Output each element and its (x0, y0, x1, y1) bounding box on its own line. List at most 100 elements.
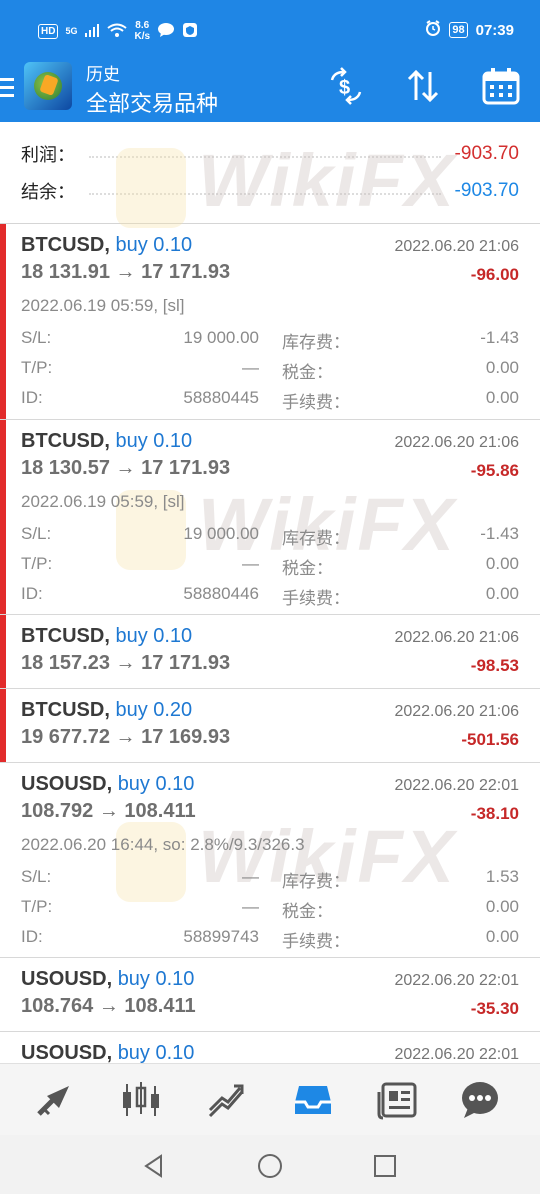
trade-price: 108.764 → 108.411 (21, 995, 196, 1017)
tax-value: 0.00 (485, 358, 519, 377)
trade-row[interactable]: BTCUSD, buy 0.10 2022.06.20 21:06 18 131… (0, 224, 540, 420)
trade-symbol: USOUSD, buy 0.10 (21, 968, 194, 991)
tp-value: — (242, 554, 259, 573)
swap-label: 库存费： (282, 872, 350, 891)
wifi-icon (107, 23, 128, 40)
trade-row[interactable]: BTCUSD, buy 0.10 2022.06.20 21:06 18 157… (0, 615, 540, 689)
profit-value: -903.70 (454, 143, 519, 164)
tp-value: — (242, 358, 259, 377)
trade-symbol: USOUSD, buy 0.10 (21, 773, 194, 796)
trade-indicator (0, 689, 6, 762)
trade-side: buy 0.10 (117, 1042, 195, 1064)
sl-label: S/L: (21, 524, 52, 543)
svg-text:$: $ (339, 77, 350, 99)
symbol-text: BTCUSD, (21, 625, 110, 647)
back-icon[interactable] (141, 1153, 167, 1179)
trade-row[interactable]: USOUSD, buy 0.10 2022.06.20 22:01 108.76… (0, 958, 540, 1032)
tax-label: 税金： (282, 902, 333, 921)
net-speed-unit: K/s (134, 31, 151, 42)
tax-label: 税金： (282, 363, 333, 382)
trade-symbol: BTCUSD, buy 0.10 (21, 430, 192, 453)
trade-side: buy 0.10 (115, 625, 193, 647)
symbol-text: BTCUSD, (21, 699, 110, 721)
fee-label: 手续费： (282, 589, 350, 608)
id-label: ID: (21, 388, 43, 407)
sl-value: 19 000.00 (183, 328, 259, 347)
tax-value: 0.00 (485, 554, 519, 573)
id-value: 58899743 (183, 927, 259, 946)
fee-value: 0.00 (485, 584, 519, 603)
open-info: 2022.06.20 16:44, so: 2.8%/9.3/326.3 (21, 835, 305, 854)
trade-symbol: BTCUSD, buy 0.10 (21, 234, 192, 257)
trade-row[interactable]: BTCUSD, buy 0.20 2022.06.20 21:06 19 677… (0, 689, 540, 763)
chart-candles-icon[interactable] (119, 1078, 163, 1122)
symbol-text: USOUSD, (21, 773, 113, 795)
swap-value: -1.43 (480, 524, 519, 543)
tp-label: T/P: (21, 897, 53, 916)
net-speed-value: 8.6 (135, 20, 150, 31)
trade-price: 18 130.57 → 17 171.93 (21, 457, 231, 479)
status-right: 98 07:39 (425, 20, 514, 40)
trade-price: 18 157.23 → 17 171.93 (21, 652, 231, 674)
trade-symbol: BTCUSD, buy 0.20 (21, 699, 192, 722)
fee-label: 手续费： (282, 932, 350, 951)
trade-price: 19 677.72 → 17 169.93 (21, 726, 231, 748)
status-left: HD 5G 8.6 K/s (38, 20, 198, 42)
trade-side: buy 0.10 (117, 773, 195, 795)
chat-icon[interactable] (458, 1078, 502, 1122)
calendar-icon[interactable] (481, 66, 521, 106)
id-value: 58880446 (183, 584, 259, 603)
tp-label: T/P: (21, 358, 53, 377)
app-header: 历史 全部交易品种 $ (0, 58, 540, 122)
system-nav (0, 1135, 540, 1194)
sort-icon[interactable] (403, 66, 443, 106)
id-label: ID: (21, 584, 43, 603)
fee-label: 手续费： (282, 393, 350, 412)
symbol-filter[interactable]: 全部交易品种 (86, 86, 218, 118)
app-logo[interactable] (24, 62, 72, 110)
close-time: 2022.06.20 22:01 (394, 972, 519, 989)
history-icon[interactable] (291, 1078, 335, 1122)
trade-price: 18 131.91 → 17 171.93 (21, 261, 231, 283)
tp-value: — (242, 897, 259, 916)
sl-label: S/L: (21, 328, 52, 347)
trade-side: buy 0.10 (115, 234, 193, 256)
trade-symbol: USOUSD, buy 0.10 (21, 1042, 194, 1065)
balance-value: -903.70 (454, 180, 519, 201)
trade-side: buy 0.20 (115, 699, 193, 721)
watermark-logo (116, 148, 186, 228)
tax-value: 0.00 (485, 897, 519, 916)
currency-exchange-icon[interactable]: $ (326, 66, 366, 106)
trade-indicator (0, 224, 6, 419)
trade-side: buy 0.10 (115, 430, 193, 452)
quotes-icon[interactable] (33, 1078, 77, 1122)
trade-row[interactable]: USOUSD, buy 0.10 2022.06.20 22:01 108.79… (0, 763, 540, 958)
page-title: 历史 (86, 65, 120, 84)
symbol-text: BTCUSD, (21, 234, 110, 256)
recents-icon[interactable] (372, 1153, 398, 1179)
trade-icon[interactable] (204, 1078, 248, 1122)
hd-badge: HD (38, 23, 59, 39)
swap-value: 1.53 (485, 867, 519, 886)
message-icon (157, 22, 175, 41)
trade-row[interactable]: BTCUSD, buy 0.10 2022.06.20 21:06 18 130… (0, 420, 540, 615)
open-info: 2022.06.19 05:59, [sl] (21, 296, 185, 315)
menu-icon[interactable] (0, 78, 16, 98)
shield-icon (182, 22, 198, 41)
close-time: 2022.06.20 21:06 (394, 238, 519, 255)
fee-value: 0.00 (485, 388, 519, 407)
home-icon[interactable] (257, 1153, 283, 1179)
trade-profit: -98.53 (470, 656, 519, 675)
news-icon[interactable] (377, 1078, 421, 1122)
signal-icon (84, 23, 100, 40)
trade-symbol: BTCUSD, buy 0.10 (21, 625, 192, 648)
close-time: 2022.06.20 21:06 (394, 703, 519, 720)
screen: HD 5G 8.6 K/s 98 07:39 历史 全部交易品种 $ 利润： -… (0, 0, 540, 1194)
trade-profit: -96.00 (470, 265, 519, 284)
battery-icon: 98 (449, 22, 468, 38)
bottom-nav (0, 1063, 540, 1135)
trade-side: buy 0.10 (117, 968, 195, 990)
swap-label: 库存费： (282, 333, 350, 352)
symbol-text: USOUSD, (21, 968, 113, 990)
sl-value: 19 000.00 (183, 524, 259, 543)
